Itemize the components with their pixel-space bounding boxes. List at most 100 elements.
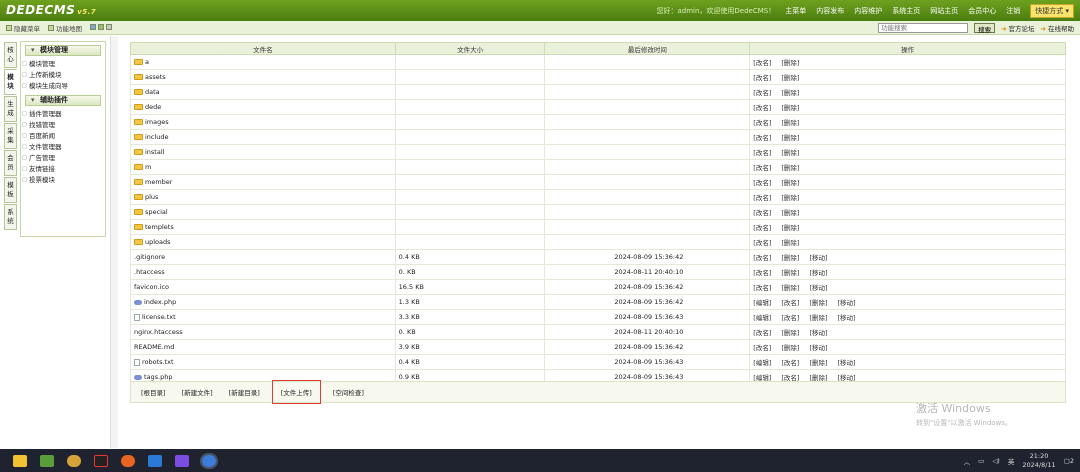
action-link[interactable]: [删除] xyxy=(781,164,799,172)
cell-filename[interactable]: include xyxy=(130,129,396,145)
browser-icon[interactable] xyxy=(67,454,81,467)
action-link[interactable]: [删除] xyxy=(781,134,799,142)
file-name-link[interactable]: README.md xyxy=(134,343,174,351)
action-link[interactable]: [删除] xyxy=(781,284,799,292)
action-link[interactable]: [移动] xyxy=(838,359,856,367)
file-name-link[interactable]: plus xyxy=(145,193,158,201)
action-link[interactable]: [编辑] xyxy=(753,314,771,322)
action-link[interactable]: [移动] xyxy=(809,284,827,292)
new-dir-button[interactable]: [新建目录] xyxy=(225,384,264,400)
file-name-link[interactable]: a xyxy=(145,58,149,66)
file-name-link[interactable]: special xyxy=(145,208,168,216)
action-link[interactable]: [编辑] xyxy=(753,359,771,367)
file-name-link[interactable]: dede xyxy=(145,103,161,111)
volume-icon[interactable]: ◁) xyxy=(992,457,1000,465)
file-name-link[interactable]: .htaccess xyxy=(134,268,165,276)
nav-site-home[interactable]: 网站主页 xyxy=(930,6,958,16)
cell-filename[interactable]: uploads xyxy=(130,234,396,250)
action-link[interactable]: [改名] xyxy=(753,224,771,232)
cell-filename[interactable]: member xyxy=(130,174,396,190)
ide-icon[interactable] xyxy=(94,454,108,467)
upload-file-button[interactable]: [文件上传] xyxy=(271,380,321,404)
function-search-input[interactable] xyxy=(878,23,969,33)
file-name-link[interactable]: include xyxy=(145,133,169,141)
file-name-link[interactable]: member xyxy=(145,178,172,186)
file-name-link[interactable]: index.php xyxy=(144,298,176,306)
cell-filename[interactable]: dede xyxy=(130,99,396,115)
menu-item-upload-module[interactable]: 上传新模块 xyxy=(21,70,105,81)
skin-gray-icon[interactable] xyxy=(106,24,112,30)
file-name-link[interactable]: install xyxy=(145,148,164,156)
cell-filename[interactable]: install xyxy=(130,144,396,160)
action-link[interactable]: [移动] xyxy=(809,344,827,352)
cell-filename[interactable]: plus xyxy=(130,189,396,205)
vscode-icon[interactable] xyxy=(148,454,162,467)
file-name-link[interactable]: data xyxy=(145,88,160,96)
file-name-link[interactable]: robots.txt xyxy=(142,358,174,366)
space-check-button[interactable]: [空间检查] xyxy=(329,384,368,400)
nav-system-home[interactable]: 系统主页 xyxy=(892,6,920,16)
file-name-link[interactable]: templets xyxy=(145,223,174,231)
clock[interactable]: 21:20 2024/8/11 xyxy=(1022,452,1055,470)
cell-filename[interactable]: license.txt xyxy=(130,309,396,325)
action-link[interactable]: [改名] xyxy=(753,269,771,277)
tab-module[interactable]: 模块 xyxy=(4,69,17,95)
action-link[interactable]: [移动] xyxy=(809,329,827,337)
action-link[interactable]: [改名] xyxy=(753,89,771,97)
new-file-button[interactable]: [新建文件] xyxy=(178,384,217,400)
menu-item-error-manage[interactable]: 找错管理 xyxy=(21,120,105,131)
action-link[interactable]: [改名] xyxy=(753,254,771,262)
action-link[interactable]: [删除] xyxy=(781,329,799,337)
skin-green-icon[interactable] xyxy=(98,24,104,30)
action-link[interactable]: [删除] xyxy=(781,149,799,157)
action-link[interactable]: [改名] xyxy=(753,149,771,157)
menu-group-plugins[interactable]: 辅助插件 xyxy=(25,95,101,106)
help-link[interactable]: ➜ 在线帮助 xyxy=(1041,23,1074,33)
menu-item-ad-manage[interactable]: 广告管理 xyxy=(21,153,105,164)
action-link[interactable]: [删除] xyxy=(781,119,799,127)
firefox-icon[interactable] xyxy=(121,454,135,467)
cell-filename[interactable]: data xyxy=(130,84,396,100)
tab-collect[interactable]: 采集 xyxy=(4,123,17,149)
cell-filename[interactable]: .gitignore xyxy=(130,249,396,265)
file-name-link[interactable]: assets xyxy=(145,73,166,81)
action-link[interactable]: [删除] xyxy=(781,194,799,202)
file-explorer-icon[interactable] xyxy=(13,454,27,467)
file-name-link[interactable]: favicon.ico xyxy=(134,283,169,291)
quick-menu-button[interactable]: 快捷方式 ▾ xyxy=(1030,3,1074,18)
action-link[interactable]: [改名] xyxy=(753,239,771,247)
cell-filename[interactable]: special xyxy=(130,204,396,220)
action-link[interactable]: [改名] xyxy=(753,209,771,217)
action-link[interactable]: [移动] xyxy=(838,299,856,307)
cell-filename[interactable]: assets xyxy=(130,69,396,85)
action-link[interactable]: [删除] xyxy=(809,314,827,322)
action-link[interactable]: [移动] xyxy=(809,254,827,262)
skin-blue-icon[interactable] xyxy=(90,24,96,30)
hide-menu-button[interactable]: 隐藏菜单 xyxy=(6,23,40,33)
tray-up-icon[interactable]: ︿ xyxy=(964,456,971,466)
cell-filename[interactable]: README.md xyxy=(130,339,396,355)
cell-filename[interactable]: m xyxy=(130,159,396,175)
action-link[interactable]: [改名] xyxy=(781,299,799,307)
action-link[interactable]: [改名] xyxy=(753,284,771,292)
cell-filename[interactable]: index.php xyxy=(130,294,396,310)
action-link[interactable]: [改名] xyxy=(781,314,799,322)
file-name-link[interactable]: uploads xyxy=(145,238,171,246)
action-link[interactable]: [改名] xyxy=(753,329,771,337)
menu-item-module-wizard[interactable]: 模块生成向导 xyxy=(21,81,105,92)
file-name-link[interactable]: images xyxy=(145,118,169,126)
menu-scrollbar[interactable] xyxy=(110,36,118,448)
action-link[interactable]: [删除] xyxy=(809,359,827,367)
nav-main-menu[interactable]: 主菜单 xyxy=(785,6,806,16)
menu-item-baidu-news[interactable]: 百度新闻 xyxy=(21,131,105,142)
action-link[interactable]: [删除] xyxy=(781,269,799,277)
menu-item-module-manage[interactable]: 模块管理 xyxy=(21,59,105,70)
forum-link[interactable]: ➜ 官方论坛 xyxy=(1001,23,1034,33)
nav-content-publish[interactable]: 内容发布 xyxy=(816,6,844,16)
menu-item-vote-module[interactable]: 投票模块 xyxy=(21,175,105,186)
action-link[interactable]: [改名] xyxy=(781,359,799,367)
tab-generate[interactable]: 生成 xyxy=(4,96,17,122)
action-link[interactable]: [改名] xyxy=(753,194,771,202)
action-link[interactable]: [删除] xyxy=(781,179,799,187)
action-link[interactable]: [编辑] xyxy=(753,299,771,307)
